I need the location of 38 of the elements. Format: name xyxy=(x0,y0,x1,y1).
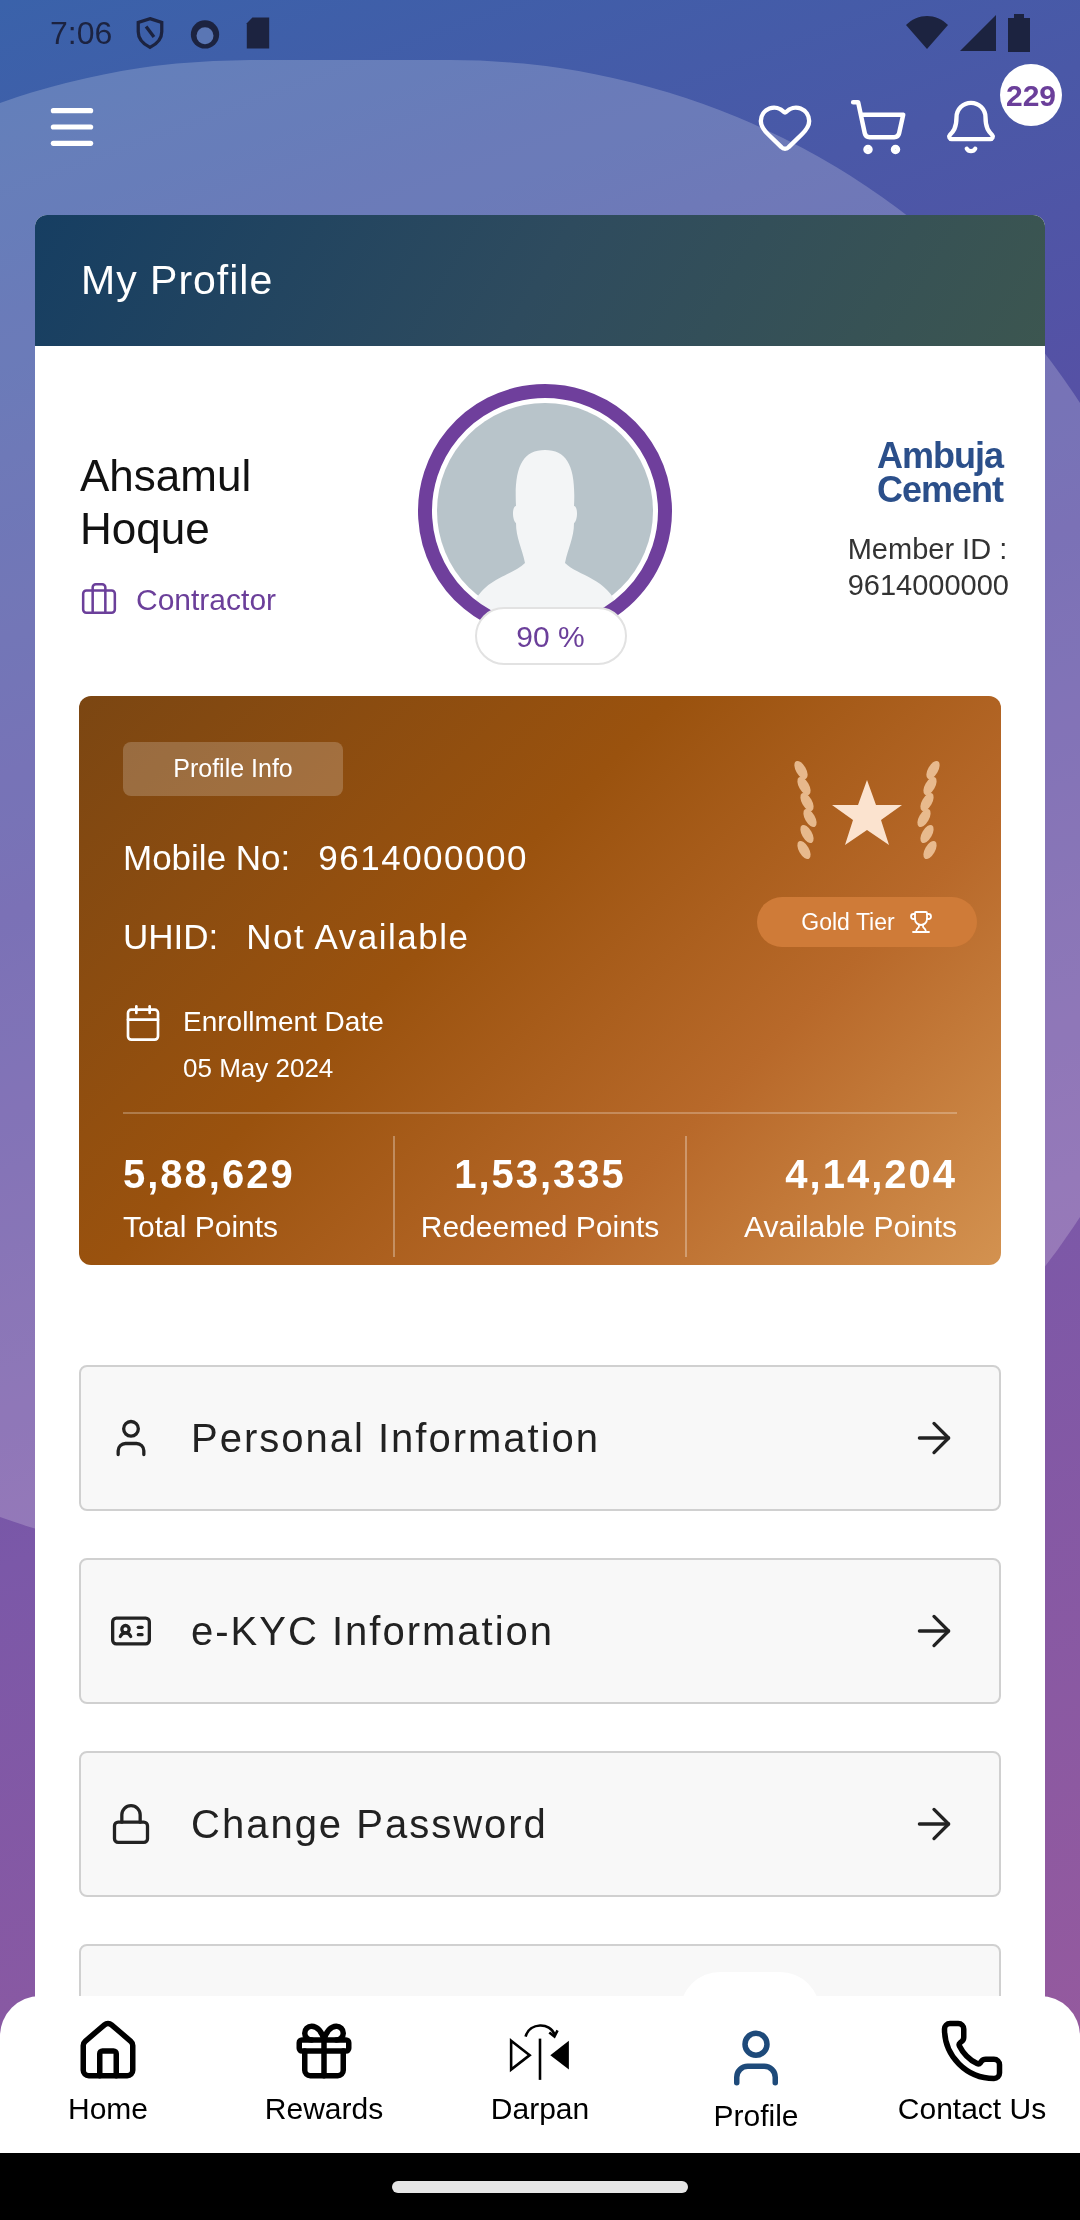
enrollment-label: Enrollment Date xyxy=(183,1005,384,1039)
points-label: Redeemed Points xyxy=(420,1209,660,1245)
battery-icon xyxy=(1008,14,1030,52)
page-title: My Profile xyxy=(81,255,274,305)
points-label: Available Points xyxy=(744,1209,957,1245)
enrollment-date: 05 May 2024 xyxy=(183,1052,335,1085)
nav-tab[interactable]: Contact Us xyxy=(864,1996,1080,2153)
nav-tab[interactable]: Profile xyxy=(648,1996,864,2153)
phone-icon xyxy=(939,2018,1005,2084)
user-role: Contractor xyxy=(136,582,277,619)
nav-tab[interactable]: Darpan xyxy=(432,1996,648,2153)
nav-tab[interactable]: Rewards xyxy=(216,1996,432,2153)
field-value: Not Available xyxy=(246,915,470,958)
points-value: 1,53,335 xyxy=(454,1151,626,1198)
menu-item[interactable]: e-KYC Information xyxy=(79,1558,1001,1704)
member-id: 9614000000 xyxy=(847,568,1009,604)
completion-percent: 90 % xyxy=(474,607,627,665)
signal-icon xyxy=(960,15,996,51)
notification-badge: 229 xyxy=(1000,64,1062,126)
home-indicator[interactable] xyxy=(392,2180,688,2193)
member-id-label: Member ID : xyxy=(847,531,1009,567)
points-label: Total Points xyxy=(123,1209,279,1245)
brand-logo: Ambuja Cement xyxy=(876,438,1003,507)
trophy-icon xyxy=(908,910,933,934)
wifi-icon xyxy=(906,15,948,51)
user-name: Ahsamul Hoque xyxy=(80,449,253,555)
points-value: 4,14,204 xyxy=(785,1151,957,1198)
cart-icon[interactable] xyxy=(848,97,908,157)
menu-item[interactable]: Change Password xyxy=(79,1751,1001,1897)
field-value: 9614000000 xyxy=(318,837,528,879)
field-label: Mobile No: xyxy=(123,837,291,879)
field-label: UHID: xyxy=(123,915,219,958)
profile-info-tag: Profile Info xyxy=(123,742,343,796)
status-time: 7:06 xyxy=(50,14,113,53)
nav-tab[interactable]: Home xyxy=(0,1996,216,2153)
tier-label: Gold Tier xyxy=(801,907,895,937)
points-value: 5,88,629 xyxy=(123,1151,295,1198)
menu-item[interactable]: Personal Information xyxy=(79,1365,1001,1511)
